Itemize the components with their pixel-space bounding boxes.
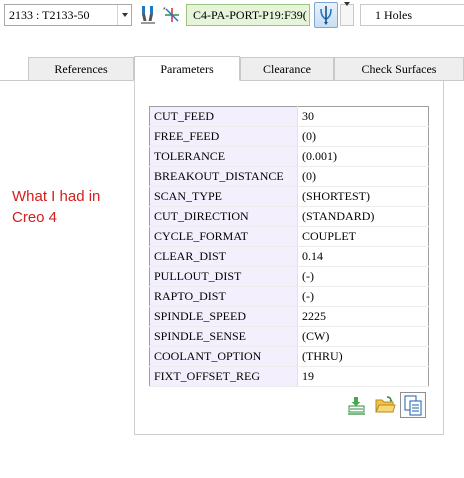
table-row[interactable]: PULLOUT_DIST (-)	[149, 266, 429, 287]
annotation-text: What I had in Creo 4	[12, 188, 101, 226]
table-row[interactable]: COOLANT_OPTION (THRU)	[149, 346, 429, 367]
table-row[interactable]: RAPTO_DIST (-)	[149, 286, 429, 307]
param-name: SCAN_TYPE	[149, 186, 298, 207]
tab-clearance[interactable]: Clearance	[240, 57, 334, 81]
param-value[interactable]: 19	[297, 366, 429, 387]
param-name: PULLOUT_DIST	[149, 266, 298, 287]
param-name: CLEAR_DIST	[149, 246, 298, 267]
table-row[interactable]: SPINDLE_SPEED 2225	[149, 306, 429, 327]
tab-parameters[interactable]: Parameters	[134, 56, 240, 81]
tool-select[interactable]: 2133 : T2133-50	[4, 4, 132, 26]
param-name: SPINDLE_SPEED	[149, 306, 298, 327]
svg-text:*: *	[163, 7, 166, 14]
csys-reference-field[interactable]: C4-PA-PORT-P19:F39(	[186, 4, 310, 26]
param-value[interactable]: (0)	[297, 126, 429, 147]
param-value[interactable]: (-)	[297, 286, 429, 307]
edit-parameters-icon[interactable]	[346, 394, 368, 416]
chevron-down-icon	[344, 6, 350, 24]
table-row[interactable]: TOLERANCE (0.001)	[149, 146, 429, 167]
copy-document-icon[interactable]	[400, 392, 426, 418]
drill-tool-icon[interactable]	[138, 4, 158, 26]
drill-group-icon	[320, 6, 332, 25]
open-folder-icon[interactable]	[374, 394, 396, 416]
table-row[interactable]: CYCLE_FORMAT COUPLET	[149, 226, 429, 247]
param-value[interactable]: (-)	[297, 266, 429, 287]
tab-references[interactable]: References	[28, 57, 134, 81]
param-value[interactable]: (THRU)	[297, 346, 429, 367]
param-value[interactable]: 0.14	[297, 246, 429, 267]
table-row[interactable]: CUT_FEED 30	[149, 106, 429, 127]
tool-select-value: 2133 : T2133-50	[9, 8, 90, 22]
param-value[interactable]: (0)	[297, 166, 429, 187]
param-name: SPINDLE_SENSE	[149, 326, 298, 347]
table-row[interactable]: FREE_FEED (0)	[149, 126, 429, 147]
toolbar: 2133 : T2133-50 * C4-PA-PORT-P19:F39( 1 …	[0, 0, 464, 32]
table-row[interactable]: SCAN_TYPE (SHORTEST)	[149, 186, 429, 207]
coordinate-system-icon[interactable]: *	[162, 4, 182, 26]
param-name: FIXT_OFFSET_REG	[149, 366, 298, 387]
param-value[interactable]: (0.001)	[297, 146, 429, 167]
table-row[interactable]: BREAKOUT_DISTANCE (0)	[149, 166, 429, 187]
param-name: TOLERANCE	[149, 146, 298, 167]
param-value[interactable]: (SHORTEST)	[297, 186, 429, 207]
param-name: FREE_FEED	[149, 126, 298, 147]
param-value[interactable]: (STANDARD)	[297, 206, 429, 227]
table-row[interactable]: FIXT_OFFSET_REG 19	[149, 366, 429, 387]
param-name: RAPTO_DIST	[149, 286, 298, 307]
table-row[interactable]: CUT_DIRECTION (STANDARD)	[149, 206, 429, 227]
table-row[interactable]: SPINDLE_SENSE (CW)	[149, 326, 429, 347]
param-value[interactable]: 2225	[297, 306, 429, 327]
table-row[interactable]: CLEAR_DIST 0.14	[149, 246, 429, 267]
param-name: CUT_DIRECTION	[149, 206, 298, 227]
chevron-down-icon[interactable]	[117, 5, 131, 25]
drill-group-dropdown[interactable]	[340, 4, 354, 26]
param-name: BREAKOUT_DISTANCE	[149, 166, 298, 187]
param-name: COOLANT_OPTION	[149, 346, 298, 367]
tab-bar: References Parameters Clearance Check Su…	[0, 56, 464, 81]
param-value[interactable]: COUPLET	[297, 226, 429, 247]
parameters-table: CUT_FEED 30 FREE_FEED (0) TOLERANCE (0.001)…	[149, 106, 429, 387]
tab-check-surfaces[interactable]: Check Surfaces	[334, 57, 464, 81]
param-value[interactable]: (CW)	[297, 326, 429, 347]
param-name: CYCLE_FORMAT	[149, 226, 298, 247]
param-value[interactable]: 30	[297, 106, 429, 127]
param-name: CUT_FEED	[149, 106, 298, 127]
drill-group-button[interactable]	[314, 2, 338, 28]
holes-count-field[interactable]: 1 Holes	[360, 4, 464, 26]
